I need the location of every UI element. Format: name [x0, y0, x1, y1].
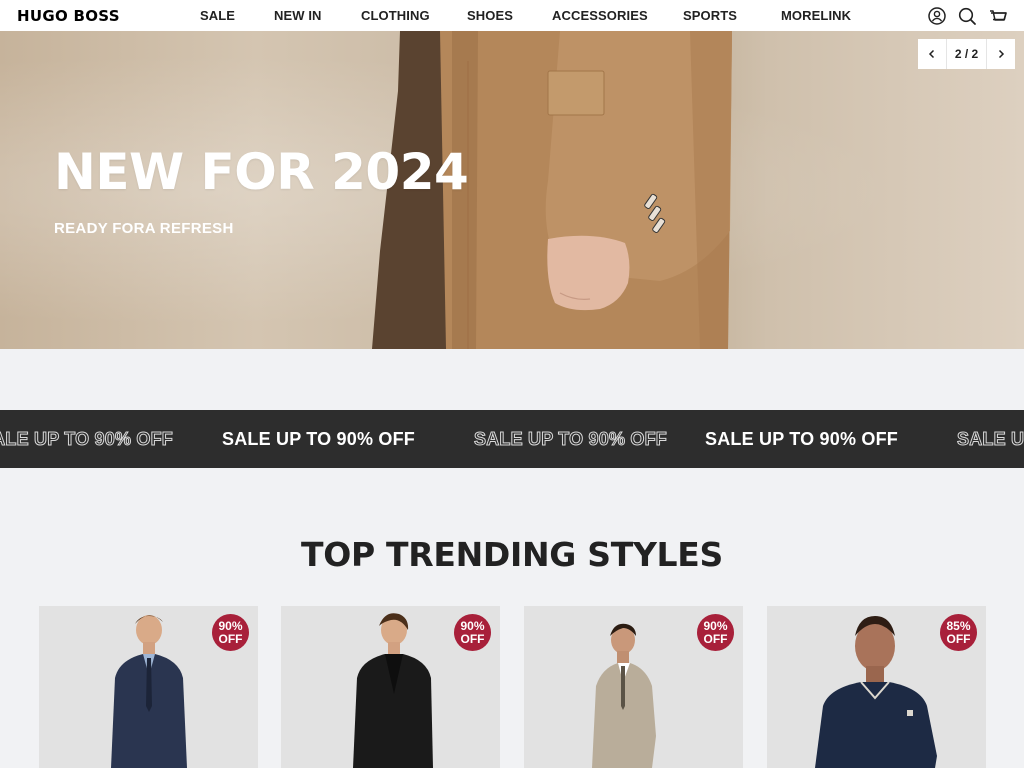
chevron-left-icon [928, 49, 935, 59]
section-title: TOP TRENDING STYLES [301, 535, 723, 574]
nav-clothing[interactable]: CLOTHING [361, 8, 430, 23]
marquee-text-outline: SALE UP TO 90% OFF [957, 429, 1024, 450]
chevron-right-icon [998, 49, 1005, 59]
product-card[interactable]: 90% OFF [524, 606, 743, 768]
cart-icon[interactable] [988, 6, 1008, 26]
marquee-text-outline: SALE UP TO 90% OFF [0, 429, 173, 450]
product-card[interactable]: 90% OFF [281, 606, 500, 768]
discount-badge: 90% OFF [212, 614, 249, 651]
slider-controls: 2 / 2 [918, 39, 1015, 69]
nav-accessories[interactable]: ACCESSORIES [552, 8, 648, 23]
product-card[interactable]: 90% OFF [39, 606, 258, 768]
marquee-text-outline: SALE UP TO 90% OFF [474, 429, 668, 450]
slider-prev-button[interactable] [918, 39, 946, 69]
nav-sports[interactable]: SPORTS [683, 8, 737, 23]
marquee-text: SALE UP TO 90% OFF [222, 429, 415, 449]
search-icon[interactable] [957, 6, 977, 26]
account-icon[interactable] [927, 6, 947, 26]
discount-badge: 90% OFF [454, 614, 491, 651]
nav-morelink[interactable]: MORELINK [781, 8, 851, 23]
sale-marquee: SALE UP TO 90% OFF SALE UP TO 90% OFF SA… [0, 410, 1024, 468]
hero-banner[interactable]: NEW FOR 2024 READY FORA REFRESH 2 / 2 [0, 31, 1024, 349]
discount-badge: 90% OFF [697, 614, 734, 651]
nav-sale[interactable]: SALE [200, 8, 235, 23]
nav-new-in[interactable]: NEW IN [274, 8, 322, 23]
slider-next-button[interactable] [987, 39, 1015, 69]
marquee-text: SALE UP TO 90% OFF [705, 429, 898, 449]
nav-shoes[interactable]: SHOES [467, 8, 513, 23]
brand-logo[interactable]: HUGO BOSS [17, 7, 120, 25]
product-card[interactable]: 85% OFF [767, 606, 986, 768]
hero-title: NEW FOR 2024 [54, 143, 469, 201]
slide-counter: 2 / 2 [954, 47, 979, 61]
site-header: HUGO BOSS SALE NEW IN CLOTHING SHOES ACC… [0, 0, 1024, 31]
hero-subtitle: READY FORA REFRESH [54, 220, 234, 237]
discount-badge: 85% OFF [940, 614, 977, 651]
